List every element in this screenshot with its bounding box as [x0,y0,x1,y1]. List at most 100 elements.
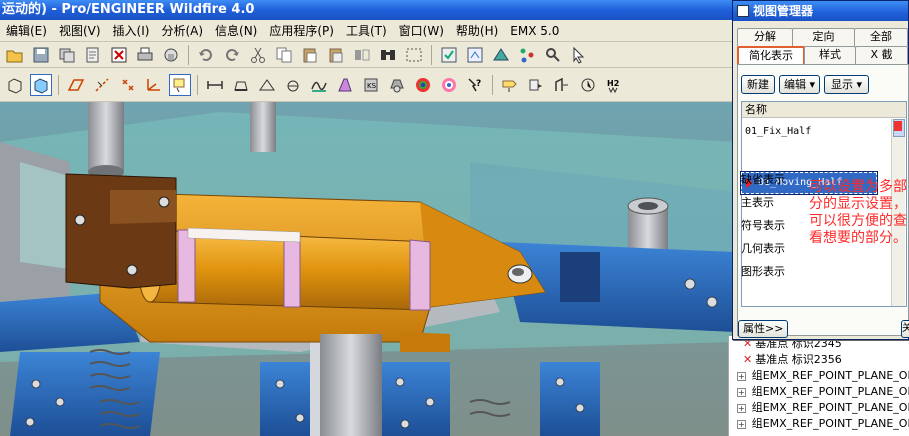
open-icon[interactable] [4,44,26,66]
find-icon[interactable] [377,44,399,66]
search-tool-icon[interactable] [542,44,564,66]
menu-edit[interactable]: 编辑(E) [0,20,53,42]
svg-text:H2: H2 [607,79,619,88]
redo-icon[interactable] [221,44,243,66]
tree-row-label: 组EMX_REF_POINT_PLANE_OF [751,401,909,414]
datum-plane-icon[interactable] [65,74,87,96]
model-tree-icon[interactable] [516,44,538,66]
emx-icon[interactable] [525,74,547,96]
rename-icon[interactable] [82,44,104,66]
layers-icon[interactable] [490,44,512,66]
dialog-title-bar[interactable]: 视图管理器 [733,1,908,21]
view-manager-dialog: 视图管理器 分解 定向 全部 简化表示 样式 X 截 新建 编辑 ▾ 显示 ▾ … [732,0,909,340]
menu-help[interactable]: 帮助(H) [450,20,504,42]
svg-text:?: ? [476,79,481,89]
tree-row[interactable]: ✕ 基准点 标识2356 [729,352,909,368]
cut-icon[interactable] [247,44,269,66]
whats-this-icon[interactable]: ? [464,74,486,96]
model-tree: ✕ 基准点 标识2345 ✕ 基准点 标识2356 + 组EMX_REF_POI… [728,336,909,436]
tree-row-label: 组EMX_REF_POINT_PLANE_OF [751,369,909,382]
tab-xsection[interactable]: X 截 [855,46,908,64]
tab-simplified-rep[interactable]: 简化表示 [737,46,805,64]
expand-icon[interactable]: + [737,371,746,381]
email-icon[interactable] [160,44,182,66]
tab-row-2: 简化表示 样式 X 截 [737,46,908,64]
regenerate-icon[interactable] [438,44,460,66]
menu-emx[interactable]: EMX 5.0 [504,20,565,42]
geometry-rep-label[interactable]: 几何表示 [741,240,785,256]
measure-icon[interactable] [204,74,226,96]
tab-row-1: 分解 定向 全部 [737,28,908,46]
properties-button[interactable]: 属性>> [738,320,789,338]
section-icon[interactable] [230,74,252,96]
paste-icon[interactable] [299,44,321,66]
expand-icon[interactable]: + [737,403,746,413]
graphics-rep-label[interactable]: 图形表示 [741,263,785,279]
datum-axis-icon[interactable] [91,74,113,96]
default-rep-label[interactable]: 缺省表示 [741,171,785,187]
cooling-icon[interactable] [499,74,521,96]
layout-icon[interactable] [551,74,573,96]
mirror-icon[interactable] [351,44,373,66]
no-hidden-icon[interactable] [30,73,52,96]
h2-icon[interactable]: H2 [603,74,625,96]
undo-icon[interactable] [195,44,217,66]
toolbar-separator [492,74,493,95]
slider-icon[interactable] [438,74,460,96]
master-rep-label[interactable]: 主表示 [741,194,774,210]
close-window-icon[interactable] [108,44,130,66]
tree-row[interactable]: + 组EMX_REF_POINT_PLANE_OF [729,400,909,416]
menu-view[interactable]: 视图(V) [53,20,107,42]
symbolic-rep-label[interactable]: 符号表示 [741,217,785,233]
coordinate-system-icon[interactable] [143,74,165,96]
select-box-icon[interactable] [403,44,425,66]
mold-assembly-model [0,102,735,436]
annotation-icon[interactable] [169,73,191,96]
tab-explode[interactable]: 分解 [737,28,793,46]
tab-all[interactable]: 全部 [854,28,908,46]
close-button[interactable]: 关 [901,320,909,338]
menu-insert[interactable]: 插入(I) [107,20,156,42]
appearance-icon[interactable] [334,74,356,96]
tree-row[interactable]: + 组EMX_REF_POINT_PLANE_OF [729,384,909,400]
copy-window-icon[interactable] [56,44,78,66]
tree-row[interactable]: + 组EMX_REF_POINT_PLANE_OF [729,416,909,432]
list-item[interactable]: 01_Fix_Half [745,126,811,137]
menu-applications[interactable]: 应用程序(P) [263,20,340,42]
analysis-icon[interactable] [308,74,330,96]
surface-icon[interactable] [256,74,278,96]
datum-point-icon: ✕ [743,353,753,366]
sketch-icon[interactable] [282,74,304,96]
pointer-icon[interactable] [568,44,590,66]
menu-tools[interactable]: 工具(T) [340,20,393,42]
new-button[interactable]: 新建 [741,75,775,94]
window-title: 运动的) - Pro/ENGINEER Wildfire 4.0 [2,2,255,17]
tree-row-label: 基准点 标识2356 [755,353,842,366]
copy-icon[interactable] [273,44,295,66]
color-wheel-icon[interactable]: KS [360,74,382,96]
list-header-name[interactable]: 名称 [742,102,906,118]
tab-style[interactable]: 样式 [804,46,856,64]
edit-button[interactable]: 编辑 ▾ [779,75,821,94]
tree-row-label: 组EMX_REF_POINT_PLANE_OF [751,417,909,430]
view-manager-icon[interactable] [464,44,486,66]
display-button[interactable]: 显示 ▾ [824,75,870,94]
save-icon[interactable] [30,44,52,66]
ejector-icon[interactable] [412,74,434,96]
paste-special-icon[interactable] [325,44,347,66]
datum-point-icon[interactable] [117,74,139,96]
mold-icon[interactable] [386,74,408,96]
menu-info[interactable]: 信息(N) [209,20,263,42]
tree-row[interactable]: + 组EMX_REF_POINT_PLANE_OF [729,368,909,384]
dialog-title: 视图管理器 [753,4,814,18]
replace-icon[interactable] [577,74,599,96]
print-icon[interactable] [134,44,156,66]
graphics-window[interactable] [0,102,735,436]
tab-orient[interactable]: 定向 [792,28,855,46]
menu-analysis[interactable]: 分析(A) [155,20,209,42]
expand-icon[interactable]: + [737,419,746,429]
shaded-icon[interactable] [4,74,26,96]
expand-icon[interactable]: + [737,387,746,397]
menu-window[interactable]: 窗口(W) [393,20,450,42]
annotation-note: 可以设置为多部分的显示设置，可以很方便的查看想要的部分。 [809,179,907,246]
